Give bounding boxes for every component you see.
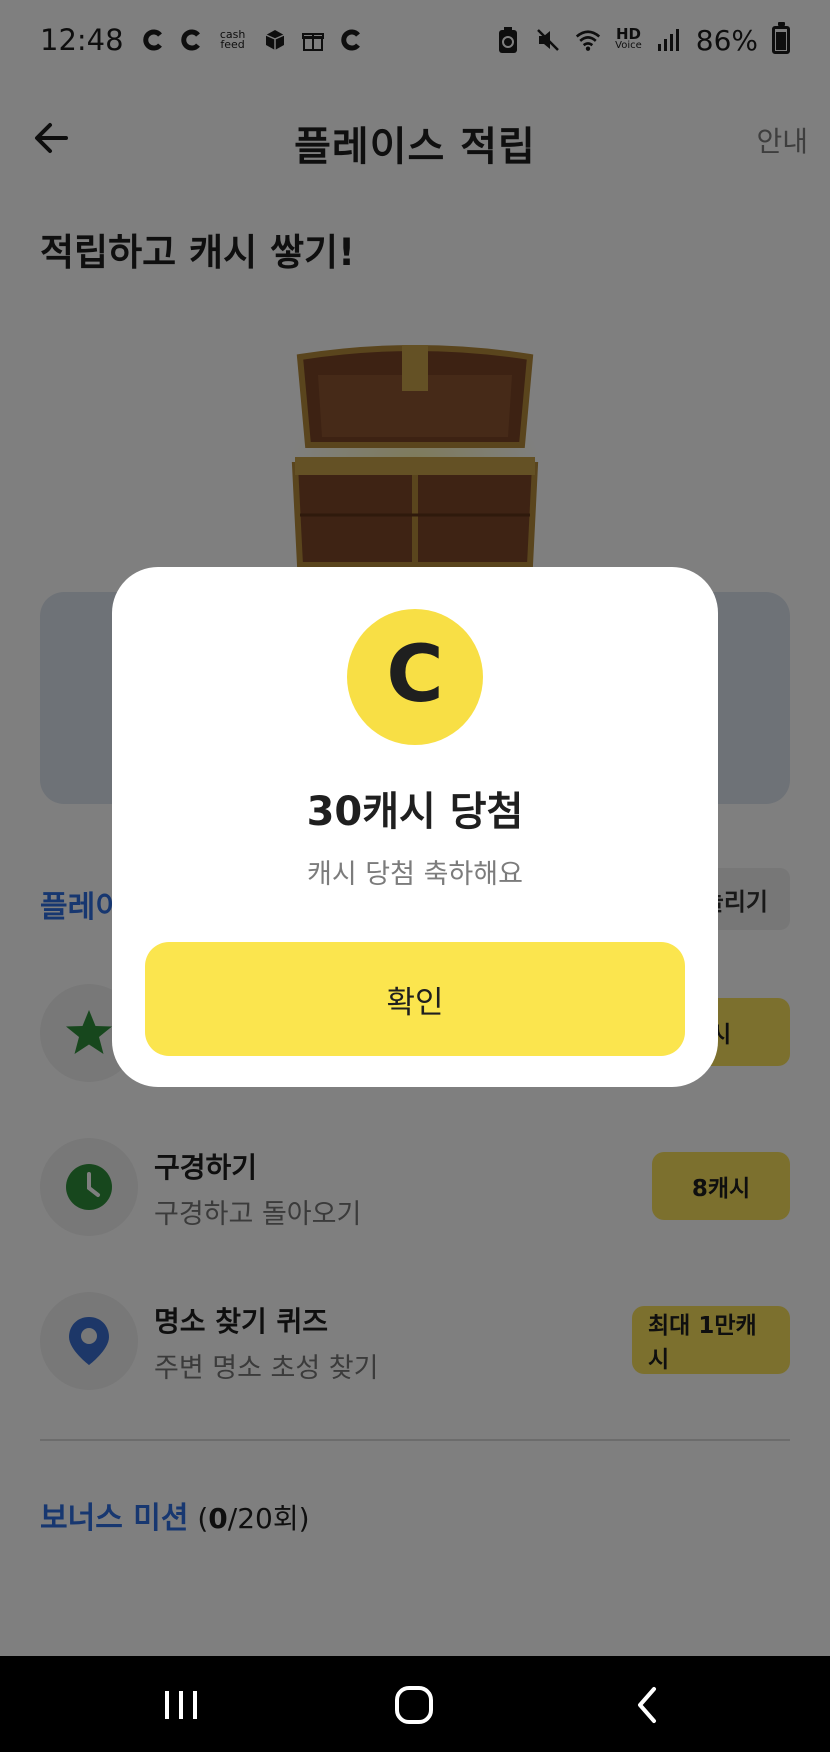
home-icon[interactable] [389, 1680, 439, 1730]
reward-modal: C 30캐시 당첨 캐시 당첨 축하해요 확인 [112, 567, 718, 1087]
system-nav-bar [0, 1656, 830, 1752]
back-nav-icon[interactable] [622, 1680, 672, 1730]
confirm-button[interactable]: 확인 [145, 942, 685, 1056]
modal-subtitle: 캐시 당첨 축하해요 [307, 859, 523, 890]
cash-coin-icon: C [347, 609, 483, 745]
coin-letter: C [386, 630, 444, 720]
recent-apps-icon[interactable] [156, 1680, 206, 1730]
modal-title: 30캐시 당첨 [306, 789, 524, 835]
